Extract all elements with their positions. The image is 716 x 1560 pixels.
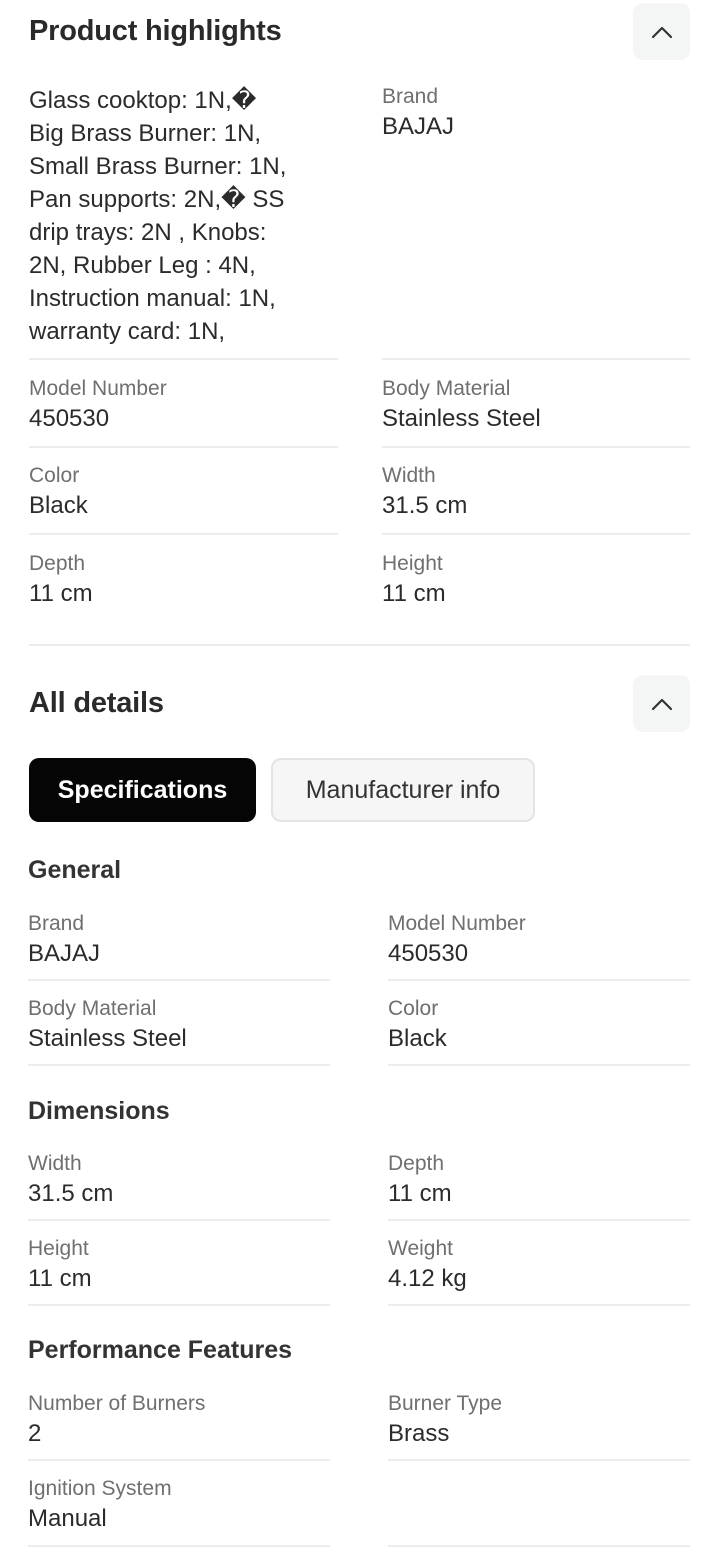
highlight-height: Height 11 cm (382, 551, 446, 609)
field-value: 4.12 kg (388, 1265, 467, 1292)
spec-number-of-burners: Number of Burners 2 (28, 1391, 205, 1449)
box-contents-line: drip trays: 2N , Knobs: (29, 219, 267, 246)
field-value: Black (388, 1025, 447, 1052)
field-label: Body Material (382, 377, 511, 400)
field-label: Depth (29, 552, 86, 575)
field-value: 31.5 cm (28, 1180, 114, 1207)
field-value: 11 cm (382, 580, 446, 607)
field-label: Color (29, 464, 80, 487)
highlight-color: Color Black (29, 463, 88, 521)
spec-body-material: Body Material Stainless Steel (28, 996, 187, 1054)
spec-depth: Depth 11 cm (388, 1151, 452, 1209)
box-contents-line: 2N, Rubber Leg : 4N, (29, 252, 256, 279)
field-value: 31.5 cm (382, 492, 468, 519)
field-label: Burner Type (388, 1392, 503, 1415)
spec-burner-type: Burner Type Brass (388, 1391, 502, 1449)
divider (388, 979, 690, 981)
tab-specifications[interactable]: Specifications (29, 758, 256, 822)
divider (388, 1219, 690, 1221)
box-contents-line: Big Brass Burner: 1N, (29, 120, 262, 147)
field-value: BAJAJ (28, 940, 101, 967)
highlight-depth: Depth 11 cm (29, 551, 93, 609)
divider (382, 533, 690, 535)
field-label: Ignition System (28, 1477, 172, 1500)
spec-weight: Weight 4.12 kg (388, 1236, 467, 1294)
field-label: Weight (388, 1237, 453, 1260)
spec-height: Height 11 cm (28, 1236, 92, 1294)
field-value: 450530 (29, 405, 110, 432)
field-label: Color (388, 997, 439, 1020)
field-label: Model Number (29, 377, 167, 400)
details-collapse-button[interactable] (633, 675, 690, 732)
field-label: Number of Burners (28, 1392, 206, 1415)
highlight-width: Width 31.5 cm (382, 463, 467, 521)
divider (388, 1459, 690, 1461)
field-value: Stainless Steel (28, 1025, 187, 1052)
field-value: 2 (28, 1420, 42, 1447)
box-contents-line: Glass cooktop: 1N,� (29, 87, 257, 114)
field-value: 450530 (388, 940, 469, 967)
field-label: Body Material (28, 997, 157, 1020)
spec-brand: Brand BAJAJ (28, 911, 100, 969)
box-contents-line: warranty card: 1N, (29, 318, 226, 345)
highlight-body-material: Body Material Stainless Steel (382, 376, 541, 434)
highlight-model-number: Model Number 450530 (29, 376, 167, 434)
divider (28, 1545, 330, 1547)
field-label: Width (382, 464, 436, 487)
highlights-collapse-button[interactable] (633, 3, 690, 60)
field-value: BAJAJ (382, 113, 455, 140)
chevron-up-icon (651, 26, 672, 38)
field-label: Width (28, 1152, 82, 1175)
spec-width: Width 31.5 cm (28, 1151, 113, 1209)
divider (29, 446, 338, 448)
field-label: Depth (388, 1152, 445, 1175)
highlight-brand: Brand BAJAJ (382, 84, 454, 142)
divider (28, 1459, 330, 1461)
tab-manufacturer-info[interactable]: Manufacturer info (271, 758, 535, 822)
field-value: Brass (388, 1420, 450, 1447)
highlights-header: Product highlights (29, 3, 690, 60)
highlights-box-contents: Glass cooktop: 1N,� Big Brass Burner: 1N… (29, 84, 339, 348)
field-label: Brand (382, 85, 439, 108)
field-label: Height (28, 1237, 89, 1260)
field-value: 11 cm (29, 580, 93, 607)
spec-ignition-system: Ignition System Manual (28, 1476, 172, 1534)
field-value: 11 cm (388, 1180, 452, 1207)
spec-model-number: Model Number 450530 (388, 911, 526, 969)
divider (28, 979, 330, 981)
divider (28, 1219, 330, 1221)
field-label: Brand (28, 912, 85, 935)
chevron-up-icon (651, 698, 672, 710)
details-title: All details (29, 687, 164, 719)
field-value: Black (29, 492, 88, 519)
field-value: Manual (28, 1505, 107, 1532)
section-divider (29, 644, 690, 646)
box-contents-line: Instruction manual: 1N, (29, 285, 276, 312)
divider (29, 358, 338, 360)
divider (29, 533, 338, 535)
field-value: 11 cm (28, 1265, 92, 1292)
divider (382, 358, 690, 360)
field-label: Model Number (388, 912, 526, 935)
divider (28, 1064, 330, 1066)
box-contents-line: Pan supports: 2N,� SS (29, 186, 285, 213)
field-label: Height (382, 552, 443, 575)
divider (28, 1304, 330, 1306)
group-title-general: General (28, 856, 122, 884)
field-value: Stainless Steel (382, 405, 541, 432)
details-header: All details (29, 675, 690, 732)
divider (388, 1064, 690, 1066)
group-title-dimensions: Dimensions (28, 1097, 170, 1125)
divider (388, 1545, 690, 1547)
divider (382, 446, 690, 448)
box-contents-line: Small Brass Burner: 1N, (29, 153, 287, 180)
spec-color: Color Black (388, 996, 447, 1054)
group-title-performance: Performance Features (28, 1336, 293, 1364)
divider (388, 1304, 690, 1306)
highlights-title: Product highlights (29, 15, 282, 47)
